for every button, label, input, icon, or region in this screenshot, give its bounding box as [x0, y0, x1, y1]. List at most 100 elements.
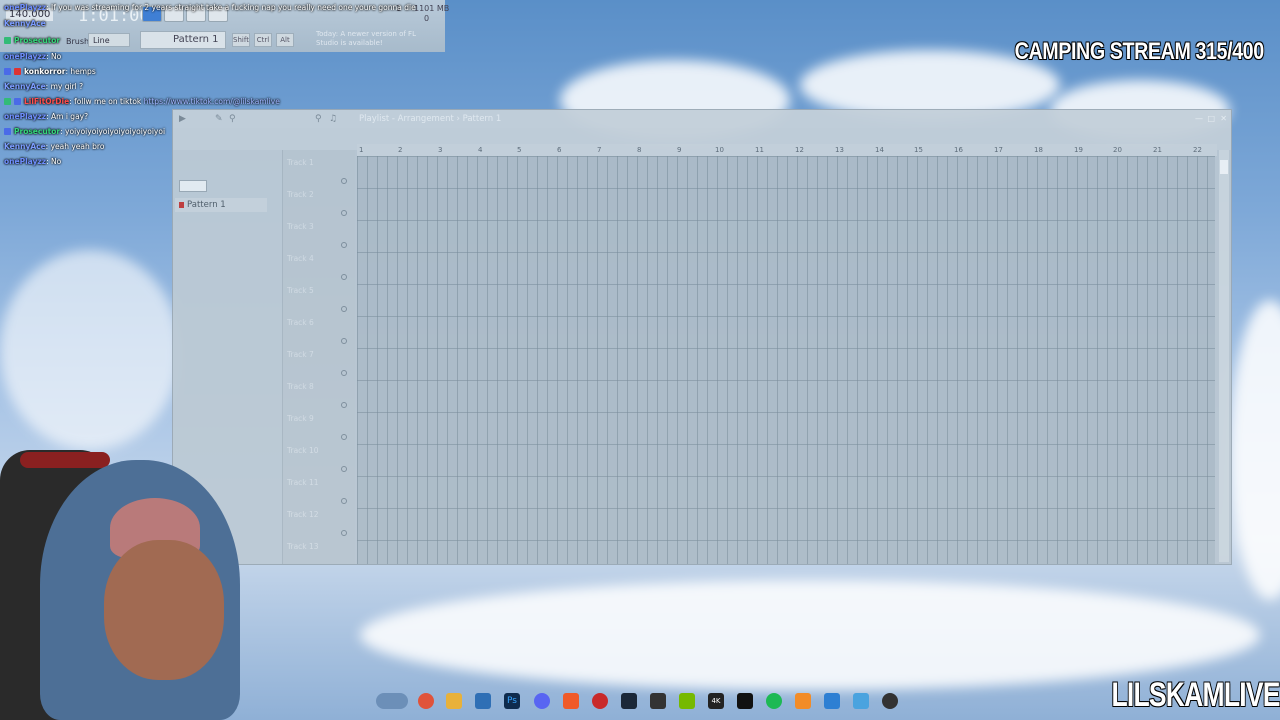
playlist-window[interactable]: ▶ ✎ ⚲ ⚲ ♫ Playlist - Arrangement › Patte… [172, 109, 1232, 565]
cloud [0, 250, 180, 450]
spotify-icon[interactable] [766, 693, 782, 709]
bar-number: 17 [994, 146, 1003, 154]
app-icon[interactable] [650, 693, 666, 709]
chair-accent [20, 452, 110, 468]
brush-label: Brush [66, 37, 90, 46]
track-mute-dot[interactable] [341, 274, 347, 280]
tiktok-link[interactable]: https://www.tiktok.com/@lilskamlive [144, 97, 280, 106]
opera-icon[interactable] [592, 693, 608, 709]
capcut-icon[interactable] [737, 693, 753, 709]
cloud [1230, 300, 1280, 600]
chat-message: KennyAce: yeah yeah bro [4, 142, 105, 151]
bar-number: 6 [557, 146, 562, 154]
pencil-icon[interactable]: ✎ [215, 114, 225, 124]
alt-button[interactable]: Alt [276, 33, 294, 47]
notepad-icon[interactable] [853, 693, 869, 709]
track-label[interactable]: Track 8 [287, 382, 314, 391]
vertical-scrollbar[interactable] [1219, 150, 1229, 562]
nvidia-icon[interactable] [679, 693, 695, 709]
steam-icon[interactable] [621, 693, 637, 709]
track-label[interactable]: Track 5 [287, 286, 314, 295]
brave-icon[interactable] [563, 693, 579, 709]
bar-number: 9 [677, 146, 682, 154]
media-icon[interactable] [882, 693, 898, 709]
chrome-icon[interactable] [418, 693, 434, 709]
chat-message: KennyAce: my girl ? [4, 82, 84, 91]
track-mute-dot[interactable] [341, 466, 347, 472]
polyphony-meter: 0 [424, 14, 430, 23]
chat-message: onePlayzz: If you was streaming for 2 ye… [4, 3, 416, 12]
bar-number: 16 [954, 146, 963, 154]
minimize-icon[interactable]: — [1195, 114, 1203, 123]
photoshop-icon[interactable]: Ps [504, 693, 520, 709]
browser-icon[interactable] [376, 693, 408, 709]
store-icon[interactable] [475, 693, 491, 709]
discord-icon[interactable] [534, 693, 550, 709]
picker-toggle-button[interactable] [179, 180, 207, 192]
chat-message: LilFitOrDie: follw me on tiktok https://… [4, 97, 280, 106]
news-panel[interactable]: Today: A newer version of FL Studio is a… [316, 30, 430, 50]
bar-number: 18 [1034, 146, 1043, 154]
track-mute-dot[interactable] [341, 498, 347, 504]
track-label[interactable]: Track 2 [287, 190, 314, 199]
chat-message: Prosecutor [4, 36, 60, 45]
bar-number: 11 [755, 146, 764, 154]
channel-watermark: LILSKAMLIVE [1111, 676, 1280, 714]
bar-number: 12 [795, 146, 804, 154]
track-mute-dot[interactable] [341, 434, 347, 440]
maximize-icon[interactable]: □ [1207, 114, 1215, 123]
track-mute-dot[interactable] [341, 242, 347, 248]
fl-studio-icon[interactable] [795, 693, 811, 709]
close-icon[interactable]: ✕ [1220, 114, 1227, 123]
track-mute-dot[interactable] [341, 530, 347, 536]
snap-select[interactable]: Line [88, 33, 130, 47]
track-label[interactable]: Track 1 [287, 158, 314, 167]
bar-number: 15 [914, 146, 923, 154]
track-mute-dot[interactable] [341, 210, 347, 216]
bar-number: 5 [517, 146, 522, 154]
pattern-list-item[interactable]: Pattern 1 [175, 198, 267, 212]
play-icon[interactable]: ▶ [179, 114, 189, 124]
bar-number: 21 [1153, 146, 1162, 154]
chat-message: KennyAce [4, 19, 46, 28]
track-label[interactable]: Track 9 [287, 414, 314, 423]
chat-message: onePlayzz: No [4, 157, 62, 166]
track-label[interactable]: Track 4 [287, 254, 314, 263]
chat-message: onePlayzz: No [4, 52, 62, 61]
track-mute-dot[interactable] [341, 306, 347, 312]
4k-icon[interactable]: 4K [708, 693, 724, 709]
photos-icon[interactable] [824, 693, 840, 709]
speaker-icon[interactable]: ♫ [329, 114, 339, 124]
bar-number: 2 [398, 146, 403, 154]
bar-number: 10 [715, 146, 724, 154]
playlist-title: Playlist - Arrangement › Pattern 1 [359, 114, 502, 124]
stream-counter-title: CAMPING STREAM 315/400 [1014, 38, 1264, 65]
track-label[interactable]: Track 6 [287, 318, 314, 327]
bar-number: 19 [1074, 146, 1083, 154]
track-label[interactable]: Track 7 [287, 350, 314, 359]
track-mute-dot[interactable] [341, 402, 347, 408]
shift-button[interactable]: Shift [232, 33, 250, 47]
track-mute-dot[interactable] [341, 370, 347, 376]
ctrl-button[interactable]: Ctrl [254, 33, 272, 47]
chat-message: Prosecutor: yoiyoiyoiyoiyoiyoiyoiyoiyoi [4, 127, 165, 136]
playlist-titlebar[interactable]: ▶ ✎ ⚲ ⚲ ♫ Playlist - Arrangement › Patte… [173, 110, 1231, 128]
bar-number: 8 [637, 146, 642, 154]
bar-number: 3 [438, 146, 443, 154]
track-mute-dot[interactable] [341, 338, 347, 344]
track-label[interactable]: Track 3 [287, 222, 314, 231]
folder-icon[interactable] [446, 693, 462, 709]
timeline-ruler[interactable]: 1 2 3 4 5 6 7 8 9 10 11 12 13 14 15 16 1… [357, 144, 1217, 156]
pattern-selector[interactable]: Pattern 1 [140, 31, 226, 49]
scroll-thumb[interactable] [1220, 160, 1228, 174]
arrangement-grid[interactable] [357, 156, 1215, 564]
track-mute-dot[interactable] [341, 178, 347, 184]
zoom-tool-icon[interactable]: ⚲ [315, 114, 325, 124]
cloud [360, 580, 1260, 690]
bar-number: 1 [359, 146, 364, 154]
taskbar: Ps 4K [370, 688, 910, 714]
streamer-face [104, 540, 224, 680]
bar-number: 13 [835, 146, 844, 154]
ram-meter: 1101 MB [414, 4, 450, 13]
zoom-icon[interactable]: ⚲ [229, 114, 239, 124]
